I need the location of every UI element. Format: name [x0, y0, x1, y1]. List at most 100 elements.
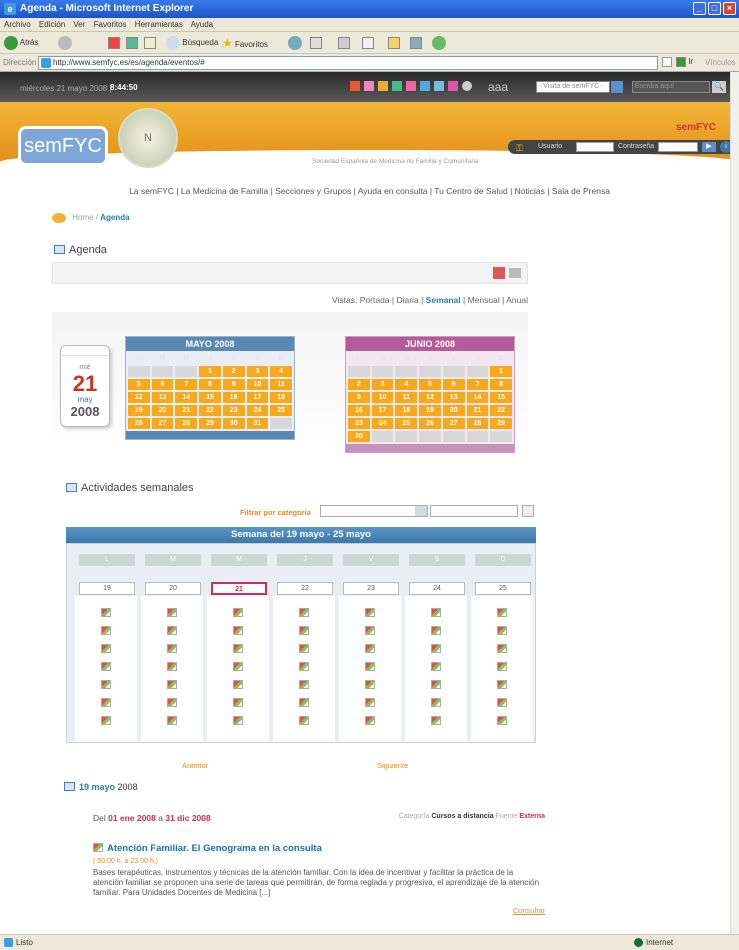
service-icon-4[interactable] — [392, 81, 402, 91]
event-icon[interactable] — [233, 680, 243, 689]
event-icon[interactable] — [101, 644, 111, 653]
service-icon-6[interactable] — [420, 81, 430, 91]
june-day[interactable]: 22 — [490, 405, 512, 416]
week-date[interactable]: 23 — [343, 582, 399, 595]
event-icon[interactable] — [233, 608, 243, 617]
service-icon-7[interactable] — [434, 81, 444, 91]
service-icon-2[interactable] — [364, 81, 374, 91]
event-icon[interactable] — [497, 644, 507, 653]
event-icon[interactable] — [497, 716, 507, 725]
event-icon[interactable] — [233, 662, 243, 671]
event-icon[interactable] — [233, 698, 243, 707]
maximize-button[interactable]: □ — [708, 2, 721, 15]
event-icon[interactable] — [497, 626, 507, 635]
visit-select-arrow-icon[interactable] — [611, 81, 623, 93]
research-button[interactable] — [410, 36, 422, 50]
week-date[interactable]: 25 — [475, 582, 531, 595]
event-icon[interactable] — [299, 716, 309, 725]
event-icon[interactable] — [233, 644, 243, 653]
stop-button[interactable] — [108, 36, 120, 50]
event-icon[interactable] — [431, 680, 441, 689]
event-icon[interactable] — [167, 662, 177, 671]
folder-button[interactable] — [388, 36, 400, 50]
site-search-button[interactable]: 🔍 — [712, 81, 726, 93]
menu-archivo[interactable]: Archivo — [4, 20, 31, 29]
may-day[interactable]: 24 — [246, 405, 269, 416]
event-icon[interactable] — [167, 698, 177, 707]
may-day[interactable]: 27 — [151, 418, 174, 429]
view-mensual[interactable]: Mensual — [468, 295, 500, 305]
print-icon[interactable] — [509, 268, 521, 278]
june-day[interactable]: 28 — [466, 418, 489, 429]
event-icon[interactable] — [167, 680, 177, 689]
history-button[interactable] — [288, 36, 302, 50]
june-day[interactable]: 29 — [490, 418, 512, 429]
event-icon[interactable] — [431, 626, 441, 635]
menu-edicion[interactable]: Edición — [39, 20, 65, 29]
service-icon-9[interactable] — [462, 81, 472, 91]
may-day[interactable]: 25 — [270, 405, 292, 416]
june-day[interactable]: 17 — [371, 405, 394, 416]
event-icon[interactable] — [167, 626, 177, 635]
event-icon[interactable] — [365, 698, 375, 707]
breadcrumb-home[interactable]: Home / — [72, 213, 98, 222]
june-day[interactable]: 1 — [490, 366, 512, 377]
june-day[interactable]: 6 — [442, 379, 465, 390]
may-day[interactable]: 21 — [175, 405, 198, 416]
june-day[interactable]: 24 — [371, 418, 394, 429]
june-day[interactable]: 3 — [371, 379, 394, 390]
next-week-link[interactable]: Siguiente — [377, 761, 408, 770]
view-diaria[interactable]: Diaria — [397, 295, 419, 305]
may-day[interactable]: 30 — [222, 418, 245, 429]
may-day[interactable]: 31 — [246, 418, 269, 429]
june-day[interactable]: 14 — [466, 392, 489, 403]
mail-button[interactable] — [310, 36, 322, 50]
may-day[interactable]: 18 — [270, 392, 292, 403]
service-icon-1[interactable] — [350, 81, 360, 91]
june-day[interactable]: 10 — [371, 392, 394, 403]
june-day[interactable]: 26 — [419, 418, 441, 429]
refresh-button[interactable] — [126, 36, 138, 50]
event-icon[interactable] — [497, 608, 507, 617]
event-icon[interactable] — [299, 626, 309, 635]
home-button[interactable] — [144, 36, 156, 50]
address-dropdown-icon[interactable] — [662, 57, 672, 67]
previous-week-link[interactable]: Anterior — [182, 761, 208, 770]
june-day[interactable]: 25 — [395, 418, 418, 429]
june-day[interactable]: 2 — [348, 379, 370, 390]
service-icon-3[interactable] — [378, 81, 388, 91]
search-button[interactable]: Búsqueda — [166, 36, 218, 50]
event-icon[interactable] — [497, 698, 507, 707]
event-icon[interactable] — [233, 716, 243, 725]
font-size-control[interactable]: aaa — [488, 80, 508, 94]
may-day[interactable]: 26 — [128, 418, 150, 429]
may-day[interactable]: 4 — [270, 366, 292, 377]
event-title[interactable]: Atención Familiar. El Genograma en la co… — [93, 843, 545, 854]
messenger-button[interactable] — [432, 36, 446, 50]
category-filter-select[interactable] — [320, 505, 428, 517]
event-icon[interactable] — [101, 662, 111, 671]
event-icon[interactable] — [299, 680, 309, 689]
may-day[interactable]: 10 — [246, 379, 269, 390]
event-icon[interactable] — [299, 698, 309, 707]
semfyc-logo[interactable]: semFYC — [18, 126, 108, 166]
event-icon[interactable] — [365, 680, 375, 689]
june-day[interactable]: 5 — [419, 379, 441, 390]
event-icon[interactable] — [299, 608, 309, 617]
vertical-scrollbar[interactable] — [730, 72, 739, 934]
filter-search-button[interactable] — [522, 505, 534, 517]
may-day[interactable]: 23 — [222, 405, 245, 416]
event-icon[interactable] — [431, 644, 441, 653]
site-search-input[interactable]: Escriba aquí — [632, 81, 710, 93]
may-day[interactable]: 3 — [246, 366, 269, 377]
menu-favoritos[interactable]: Favoritos — [94, 20, 127, 29]
event-icon[interactable] — [365, 662, 375, 671]
user-add-icon[interactable] — [493, 267, 505, 279]
close-button[interactable]: × — [723, 2, 736, 15]
event-icon[interactable] — [365, 716, 375, 725]
event-icon[interactable] — [167, 716, 177, 725]
may-day[interactable]: 19 — [128, 405, 150, 416]
week-date[interactable]: 24 — [409, 582, 465, 595]
week-date[interactable]: 19 — [79, 582, 135, 595]
may-day[interactable]: 6 — [151, 379, 174, 390]
